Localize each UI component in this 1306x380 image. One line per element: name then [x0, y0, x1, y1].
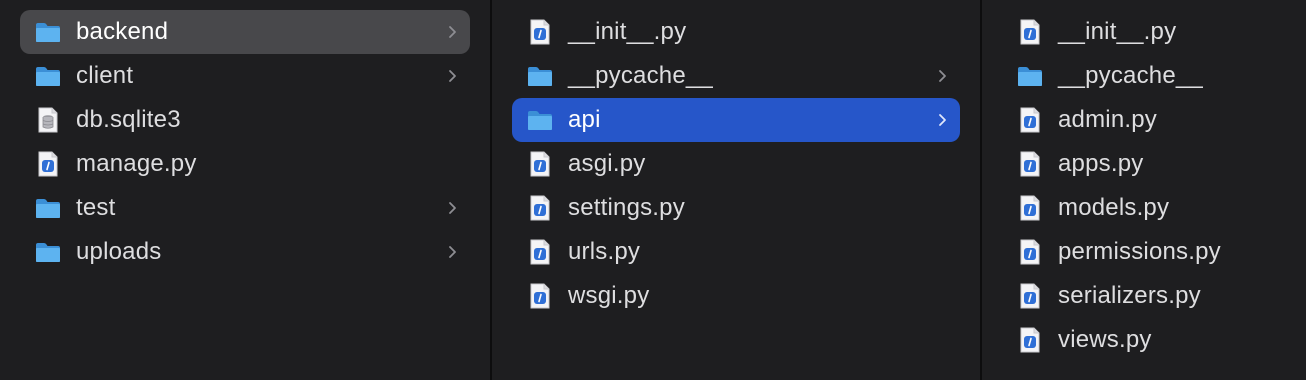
item-label: views.py: [1058, 326, 1152, 353]
item-label: manage.py: [76, 150, 197, 177]
file-item[interactable]: manage.py: [20, 142, 470, 186]
item-label: __pycache__: [1058, 62, 1203, 89]
folder-item[interactable]: api: [512, 98, 960, 142]
chevron-right-icon: [936, 68, 948, 84]
item-label: models.py: [1058, 194, 1170, 221]
item-label: permissions.py: [1058, 238, 1221, 265]
chevron-right-icon: [446, 68, 458, 84]
python-file-icon: [1016, 238, 1044, 266]
folder-icon: [34, 238, 62, 266]
folder-icon: [34, 18, 62, 46]
file-item[interactable]: __init__.py: [1002, 10, 1306, 54]
folder-icon: [526, 62, 554, 90]
item-label: __init__.py: [568, 18, 687, 45]
database-file-icon: [34, 106, 62, 134]
file-item[interactable]: models.py: [1002, 186, 1306, 230]
file-item[interactable]: serializers.py: [1002, 274, 1306, 318]
python-file-icon: [526, 238, 554, 266]
folder-item[interactable]: uploads: [20, 230, 470, 274]
folder-icon: [34, 62, 62, 90]
chevron-right-icon: [936, 112, 948, 128]
python-file-icon: [1016, 282, 1044, 310]
python-file-icon: [1016, 18, 1044, 46]
item-label: apps.py: [1058, 150, 1144, 177]
python-file-icon: [1016, 326, 1044, 354]
item-label: db.sqlite3: [76, 106, 181, 133]
folder-item[interactable]: __pycache__: [512, 54, 960, 98]
item-label: test: [76, 194, 116, 221]
column-2[interactable]: __init__.py __pycache__ api asgi.py sett…: [490, 0, 980, 380]
python-file-icon: [1016, 106, 1044, 134]
item-label: admin.py: [1058, 106, 1157, 133]
file-item[interactable]: admin.py: [1002, 98, 1306, 142]
file-item[interactable]: wsgi.py: [512, 274, 960, 318]
item-label: asgi.py: [568, 150, 646, 177]
file-item[interactable]: views.py: [1002, 318, 1306, 362]
python-file-icon: [526, 18, 554, 46]
column-browser: backend client db.sqlite3 manage.py test…: [0, 0, 1306, 380]
item-label: backend: [76, 18, 169, 45]
item-label: __pycache__: [568, 62, 713, 89]
chevron-right-icon: [446, 200, 458, 216]
file-item[interactable]: asgi.py: [512, 142, 960, 186]
python-file-icon: [526, 150, 554, 178]
item-label: wsgi.py: [568, 282, 650, 309]
file-item[interactable]: apps.py: [1002, 142, 1306, 186]
folder-item[interactable]: backend: [20, 10, 470, 54]
column-3[interactable]: __init__.py __pycache__ admin.py apps.py…: [980, 0, 1306, 380]
folder-item[interactable]: client: [20, 54, 470, 98]
folder-item[interactable]: __pycache__: [1002, 54, 1306, 98]
file-item[interactable]: settings.py: [512, 186, 960, 230]
item-label: serializers.py: [1058, 282, 1201, 309]
item-label: api: [568, 106, 601, 133]
file-item[interactable]: db.sqlite3: [20, 98, 470, 142]
folder-icon: [34, 194, 62, 222]
python-file-icon: [526, 194, 554, 222]
column-1[interactable]: backend client db.sqlite3 manage.py test…: [0, 0, 490, 380]
item-label: uploads: [76, 238, 162, 265]
python-file-icon: [1016, 194, 1044, 222]
file-item[interactable]: __init__.py: [512, 10, 960, 54]
python-file-icon: [1016, 150, 1044, 178]
item-label: client: [76, 62, 134, 89]
chevron-right-icon: [446, 24, 458, 40]
file-item[interactable]: permissions.py: [1002, 230, 1306, 274]
file-item[interactable]: urls.py: [512, 230, 960, 274]
python-file-icon: [526, 282, 554, 310]
item-label: __init__.py: [1058, 18, 1177, 45]
chevron-right-icon: [446, 244, 458, 260]
folder-icon: [526, 106, 554, 134]
item-label: urls.py: [568, 238, 641, 265]
python-file-icon: [34, 150, 62, 178]
item-label: settings.py: [568, 194, 685, 221]
folder-item[interactable]: test: [20, 186, 470, 230]
folder-icon: [1016, 62, 1044, 90]
